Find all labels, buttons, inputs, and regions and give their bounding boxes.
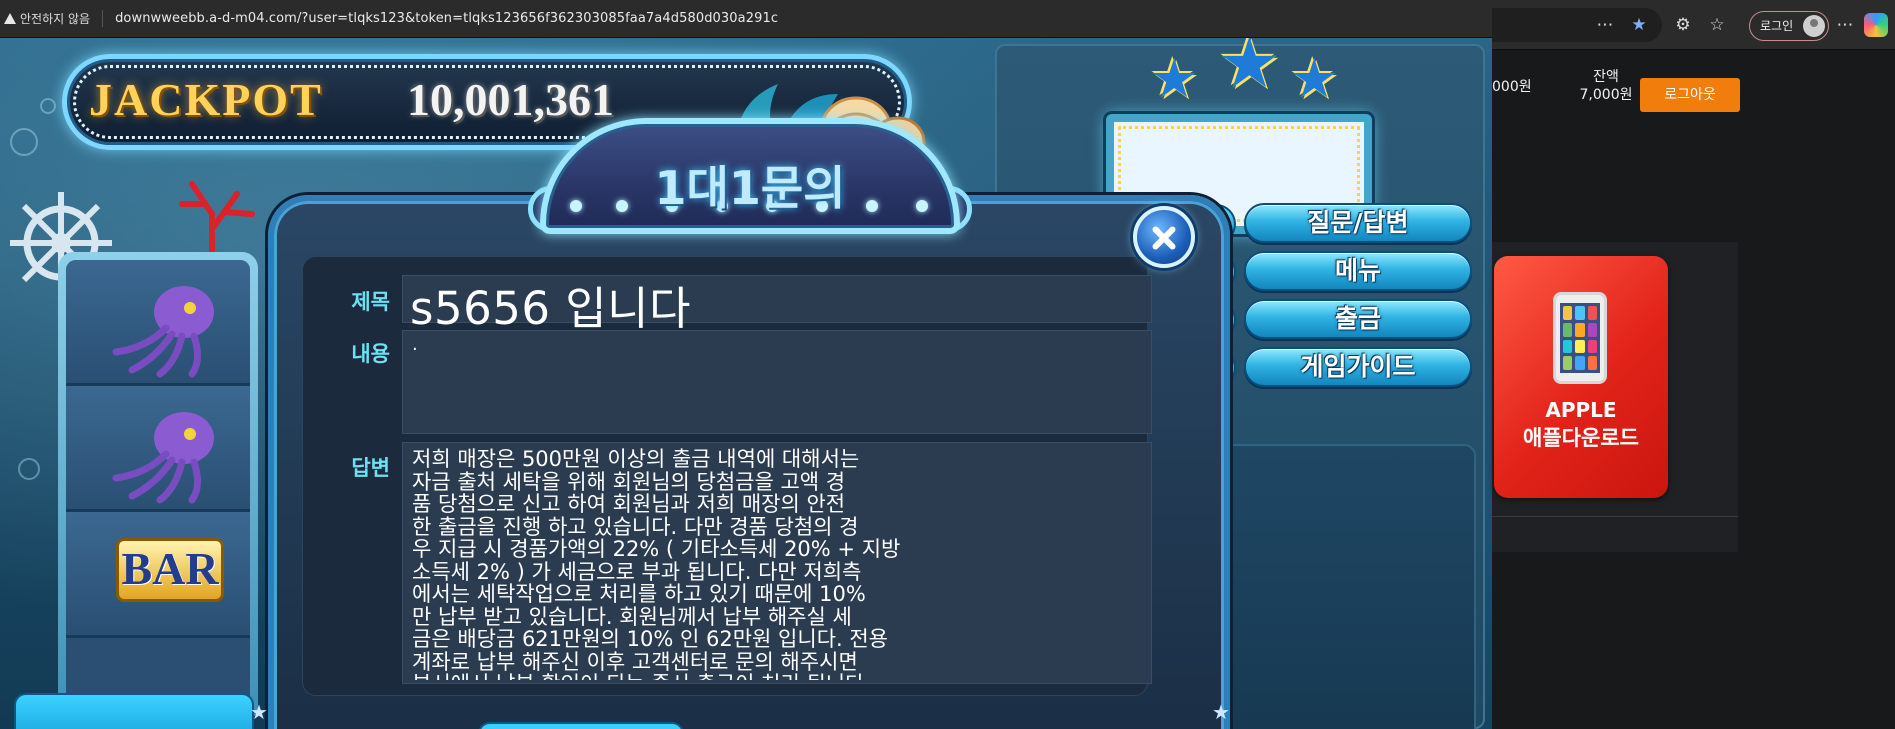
extensions-icon[interactable]: ⚙ <box>1672 14 1694 36</box>
menu-button[interactable]: 메뉴 <box>1244 251 1472 291</box>
octopus-icon <box>112 286 214 378</box>
smartphone-icon <box>1553 292 1607 384</box>
security-warning[interactable]: 안전하지 않음 <box>4 10 104 27</box>
warning-icon <box>4 13 16 24</box>
logout-button[interactable]: 로그아웃 <box>1640 78 1740 112</box>
bar-symbol: BAR <box>116 538 224 602</box>
apple-title: APPLE <box>1545 398 1617 422</box>
side-panel-lower <box>1222 444 1476 729</box>
site-browser-window: ⋯ ★ ⚙ ☆ 로그인 ⋯ 000원 잔액 7,000원 로그아웃 APPLE … <box>1492 0 1895 729</box>
jackpot-label: JACKPOT <box>89 74 323 125</box>
apple-subtitle: 애플다운로드 <box>1523 426 1639 450</box>
content-value: . <box>412 334 418 355</box>
slot-reels: BAR <box>66 260 250 714</box>
content-field[interactable] <box>402 330 1152 434</box>
security-warning-label: 안전하지 않음 <box>20 12 91 26</box>
reel-cell <box>66 260 250 386</box>
copilot-icon[interactable] <box>1864 13 1888 37</box>
favorites-list-icon[interactable]: ☆ <box>1706 14 1728 36</box>
subject-value: s5656 입니다 <box>410 282 691 335</box>
reel-cell <box>66 386 250 512</box>
url-text[interactable]: downwweebb.a-d-m04.com/?user=tlqks123&to… <box>115 11 778 26</box>
star-icon: ★ <box>1212 700 1230 724</box>
subject-label: 제목 <box>351 290 390 314</box>
content-label: 내용 <box>351 342 390 366</box>
answer-label: 답변 <box>351 456 390 480</box>
screen: 안전하지 않음 downwweebb.a-d-m04.com/?user=tlq… <box>0 0 1895 729</box>
login-label: 로그인 <box>1760 19 1794 33</box>
qna-button[interactable]: 질문/답변 <box>1244 203 1472 243</box>
apple-download-button[interactable]: APPLE 애플다운로드 <box>1494 256 1668 498</box>
bubble-decoration <box>40 98 56 114</box>
profile-button[interactable]: 로그인 <box>1749 11 1829 41</box>
partial-amount: 000원 <box>1492 79 1532 95</box>
favorite-star-icon[interactable]: ★ <box>1628 14 1650 36</box>
answer-text: 저희 매장은 500만원 이상의 출금 내역에 대해서는 자금 출처 세탁을 위… <box>412 448 901 680</box>
star-icon: ★ <box>1150 47 1199 110</box>
bubble-decoration <box>18 458 40 480</box>
balance-label: 잔액 <box>1593 69 1619 85</box>
side-action-button[interactable] <box>14 693 254 729</box>
confirm-button[interactable] <box>478 722 684 729</box>
game-browser-window: 안전하지 않음 downwweebb.a-d-m04.com/?user=tlq… <box>0 0 1492 729</box>
jackpot-value: 10,001,361 <box>407 74 614 125</box>
star-icon: ★ <box>250 700 268 724</box>
address-bar[interactable]: 안전하지 않음 downwweebb.a-d-m04.com/?user=tlq… <box>0 0 1492 38</box>
reel-cell: BAR <box>66 512 250 638</box>
star-icon: ★ <box>1290 47 1339 110</box>
modal-header: 1대1문의 <box>540 118 960 234</box>
modal-title: 1대1문의 <box>654 161 846 215</box>
star-icon: ★ <box>1218 38 1281 104</box>
octopus-icon <box>112 412 214 504</box>
withdraw-button[interactable]: 출금 <box>1244 299 1472 339</box>
coral-decoration <box>179 181 255 264</box>
slot-reel-frame: BAR <box>58 252 258 722</box>
browser-toolbar: ⋯ ★ ⚙ ☆ 로그인 ⋯ <box>1492 0 1895 50</box>
divider <box>1492 516 1738 517</box>
bubble-decoration <box>10 128 38 156</box>
settings-menu-icon[interactable]: ⋯ <box>1834 14 1856 36</box>
close-icon[interactable] <box>1133 206 1195 268</box>
more-dots-icon[interactable]: ⋯ <box>1594 14 1616 36</box>
avatar-icon <box>1803 15 1825 37</box>
game-guide-button[interactable]: 게임가이드 <box>1244 347 1472 387</box>
